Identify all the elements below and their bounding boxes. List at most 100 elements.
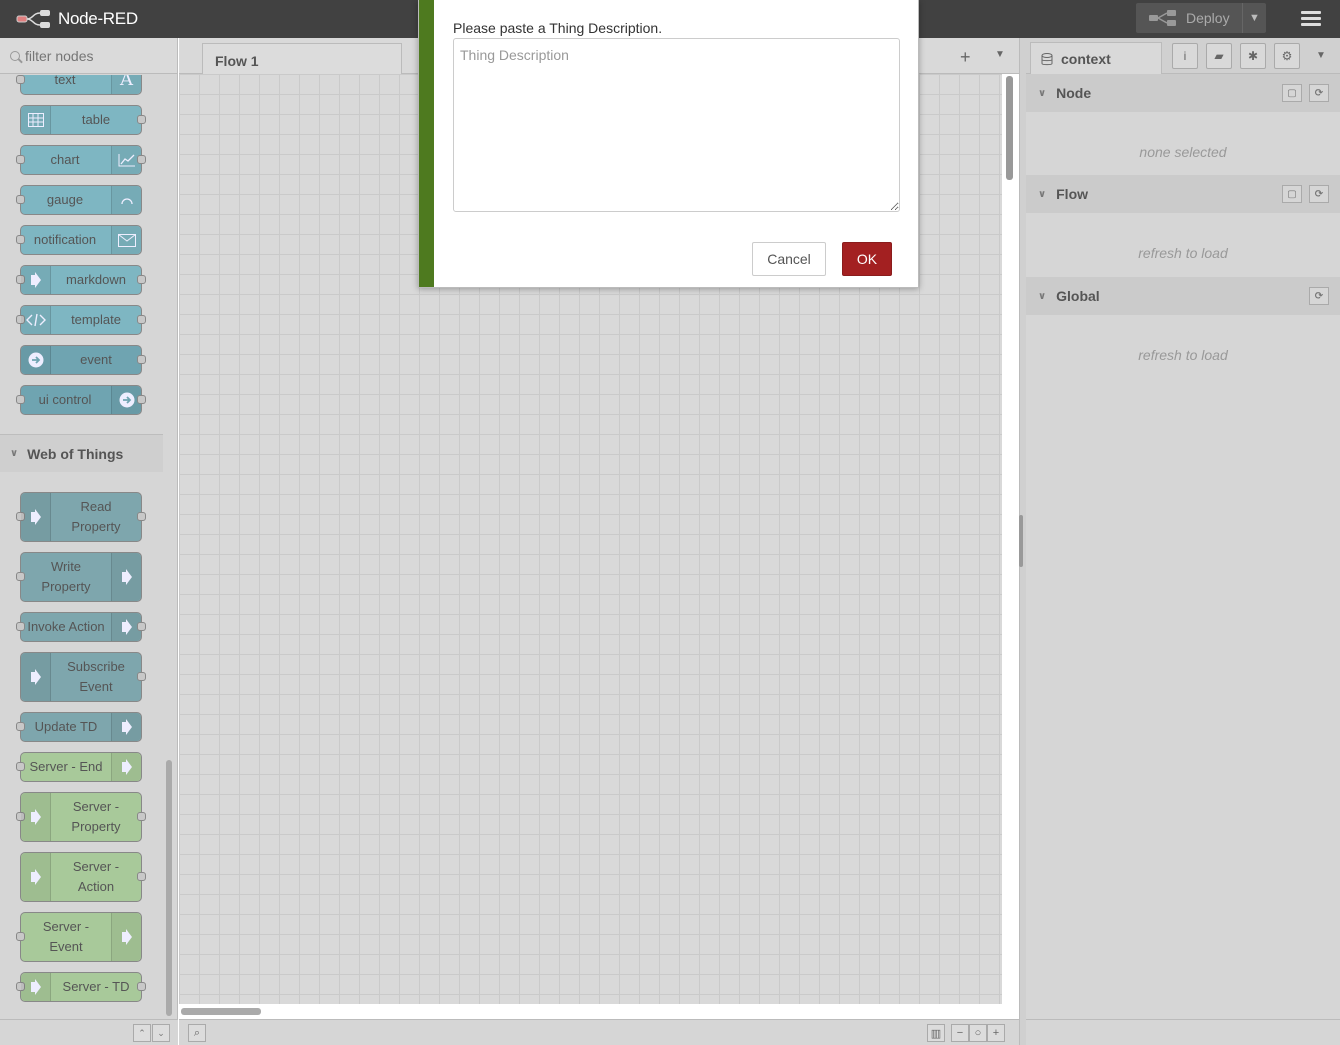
arrow-right-icon xyxy=(21,266,51,294)
palette-node-ui-control[interactable]: ui control xyxy=(16,385,146,415)
section-header-global[interactable]: ∨ Global ⟳ xyxy=(1026,277,1340,315)
table-icon xyxy=(21,106,51,134)
tab-flow-1[interactable]: Flow 1 xyxy=(202,43,402,75)
add-flow-icon[interactable]: + xyxy=(960,47,971,68)
delete-icon[interactable]: ▢ xyxy=(1282,84,1302,102)
palette-node-invoke-action[interactable]: Invoke Action xyxy=(16,612,146,642)
collapse-all-icon[interactable]: ⌃ xyxy=(133,1024,151,1042)
delete-icon[interactable]: ▢ xyxy=(1282,185,1302,203)
context-section-flow: ∨ Flow ▢ ⟳ refresh to load xyxy=(1026,175,1340,277)
arrow-right-icon xyxy=(21,493,51,541)
deploy-button[interactable]: Deploy ▼ xyxy=(1136,3,1266,33)
flow-list-chevron-icon[interactable]: ▼ xyxy=(995,49,1005,60)
refresh-icon[interactable]: ⟳ xyxy=(1309,84,1329,102)
refresh-icon[interactable]: ⟳ xyxy=(1309,185,1329,203)
main-menu-button[interactable] xyxy=(1296,8,1326,30)
palette-node-event[interactable]: event xyxy=(20,345,146,375)
envelope-icon xyxy=(111,226,141,254)
chevron-down-icon: ∨ xyxy=(1038,188,1047,200)
zoom-out-icon[interactable]: − xyxy=(951,1024,969,1042)
node-red-logo: Node-RED xyxy=(16,8,138,30)
chevron-down-icon: ∨ xyxy=(1038,290,1047,302)
palette-node-update-td[interactable]: Update TD xyxy=(16,712,142,742)
navigator-map-icon[interactable]: ▥ xyxy=(927,1024,945,1042)
palette-scroll-area: text A table chart gauge notification ma… xyxy=(0,75,163,1021)
global-context-body: refresh to load xyxy=(1138,347,1228,363)
palette-node-write-property[interactable]: Write Property xyxy=(16,552,142,602)
app-title: Node-RED xyxy=(58,9,138,28)
node-context-body: none selected xyxy=(1139,144,1227,160)
palette-node-gauge[interactable]: gauge xyxy=(16,185,142,215)
arrow-right-icon xyxy=(21,653,51,701)
sidebar-footer xyxy=(1026,1019,1340,1045)
node-red-logo-icon xyxy=(16,10,50,28)
circle-arrow-right-icon xyxy=(21,346,51,374)
expand-all-icon[interactable]: ⌄ xyxy=(152,1024,170,1042)
arrow-right-icon xyxy=(21,973,51,1001)
chevron-down-icon: ∨ xyxy=(1038,87,1047,99)
palette-node-server-event[interactable]: Server - Event xyxy=(16,912,142,962)
palette-node-text[interactable]: text A xyxy=(16,75,142,95)
deploy-label: Deploy xyxy=(1186,10,1230,26)
palette-node-subscribe-event[interactable]: Subscribe Event xyxy=(20,652,146,702)
node-palette: text A table chart gauge n xyxy=(0,38,178,1045)
arrow-right-icon xyxy=(111,753,141,781)
sidebar: context i ▰ ✱ ⚙ ▼ ∨ Node ▢ ⟳ none select… xyxy=(1026,38,1340,1045)
gauge-icon xyxy=(111,186,141,214)
canvas-vertical-scrollbar[interactable] xyxy=(1006,76,1013,180)
context-section-node: ∨ Node ▢ ⟳ none selected xyxy=(1026,74,1340,176)
palette-search xyxy=(0,38,177,74)
workspace-footer: ⌕ ▥ − ○ + xyxy=(179,1019,1019,1045)
palette-scrollbar[interactable] xyxy=(166,760,172,1016)
palette-node-server-td[interactable]: Server - TD xyxy=(16,972,146,1002)
palette-node-chart[interactable]: chart xyxy=(16,145,146,175)
palette-node-markdown[interactable]: markdown xyxy=(16,265,146,295)
palette-node-table[interactable]: table xyxy=(20,105,146,135)
section-header-flow[interactable]: ∨ Flow ▢ ⟳ xyxy=(1026,175,1340,213)
deploy-icon xyxy=(1149,10,1176,26)
section-header-node[interactable]: ∨ Node ▢ ⟳ xyxy=(1026,74,1340,112)
arrow-right-icon xyxy=(21,793,51,841)
search-icon[interactable]: ⌕ xyxy=(188,1024,206,1042)
book-icon[interactable]: ▰ xyxy=(1206,43,1232,69)
deploy-menu-chevron-icon[interactable]: ▼ xyxy=(1242,3,1266,33)
context-section-global: ∨ Global ⟳ refresh to load xyxy=(1026,277,1340,379)
palette-node-server-end[interactable]: Server - End xyxy=(16,752,142,782)
paste-td-dialog: Please paste a Thing Description. Cancel… xyxy=(418,0,919,288)
database-icon xyxy=(1041,52,1053,65)
text-icon: A xyxy=(111,75,141,94)
dialog-message: Please paste a Thing Description. xyxy=(453,20,663,36)
category-web-of-things[interactable]: ∨ Web of Things xyxy=(0,434,163,472)
search-icon xyxy=(10,50,20,61)
palette-node-template[interactable]: template xyxy=(16,305,146,335)
category-label: Web of Things xyxy=(27,445,124,462)
thing-description-textarea[interactable] xyxy=(453,38,900,212)
canvas-horizontal-scrollbar[interactable] xyxy=(181,1008,261,1015)
debug-bug-icon[interactable]: ✱ xyxy=(1240,43,1266,69)
info-icon[interactable]: i xyxy=(1172,43,1198,69)
filter-nodes-input[interactable] xyxy=(25,47,165,64)
zoom-reset-icon[interactable]: ○ xyxy=(969,1024,987,1042)
arrow-right-icon xyxy=(21,853,51,901)
palette-node-server-property[interactable]: Server - Property xyxy=(16,792,146,842)
palette-node-read-property[interactable]: Read Property xyxy=(16,492,146,542)
refresh-icon[interactable]: ⟳ xyxy=(1309,287,1329,305)
arrow-right-icon xyxy=(111,713,141,741)
flow-context-body: refresh to load xyxy=(1138,245,1228,261)
code-icon xyxy=(21,306,51,334)
gear-icon[interactable]: ⚙ xyxy=(1274,43,1300,69)
zoom-in-icon[interactable]: + xyxy=(987,1024,1005,1042)
tab-context[interactable]: context xyxy=(1030,42,1162,75)
ok-button[interactable]: OK xyxy=(842,242,892,276)
palette-footer: ⌃ ⌄ xyxy=(0,1019,178,1045)
sidebar-tabs: context i ▰ ✱ ⚙ ▼ xyxy=(1026,38,1340,75)
arrow-right-icon xyxy=(111,913,141,961)
dialog-accent-strip xyxy=(419,0,434,287)
arrow-right-icon xyxy=(111,553,141,601)
palette-node-notification[interactable]: notification xyxy=(16,225,142,255)
sidebar-menu-chevron-icon[interactable]: ▼ xyxy=(1316,50,1326,61)
sidebar-separator-grip[interactable] xyxy=(1019,515,1023,567)
cancel-button[interactable]: Cancel xyxy=(752,242,826,276)
tab-context-label: context xyxy=(1061,51,1111,67)
palette-node-server-action[interactable]: Server - Action xyxy=(20,852,146,902)
